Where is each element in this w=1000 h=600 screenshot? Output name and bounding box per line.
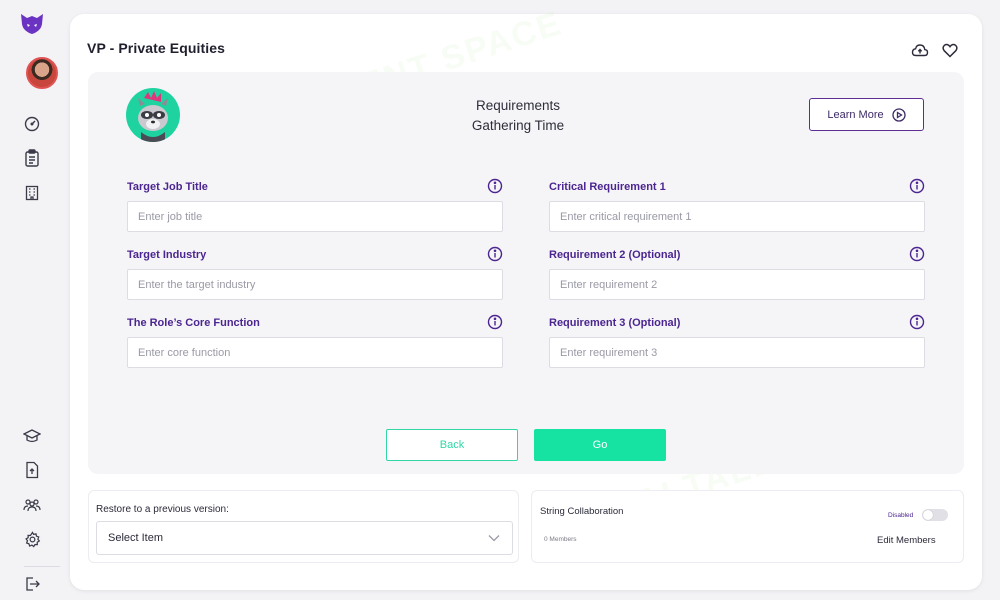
field-target-industry: Target Industry: [127, 246, 503, 300]
learn-more-button[interactable]: Learn More: [809, 98, 924, 131]
page-title: VP - Private Equities: [87, 40, 226, 56]
info-icon[interactable]: [487, 314, 503, 330]
building-icon[interactable]: [12, 173, 52, 213]
panel-heading-line2: Gathering Time: [471, 118, 565, 133]
play-circle-icon: [891, 107, 906, 122]
restore-version-box: Restore to a previous version: Select It…: [88, 490, 519, 563]
info-icon[interactable]: [909, 314, 925, 330]
edit-members-link[interactable]: Edit Members: [877, 535, 936, 546]
document-upload-icon[interactable]: [12, 450, 52, 490]
field-target-job-title: Target Job Title: [127, 178, 503, 232]
target-industry-input[interactable]: [127, 269, 503, 300]
target-job-title-input[interactable]: [127, 201, 503, 232]
clipboard-icon[interactable]: [12, 138, 52, 178]
go-button[interactable]: Go: [534, 429, 666, 461]
field-label: Requirement 3 (Optional): [549, 317, 681, 329]
user-avatar[interactable]: [26, 57, 58, 89]
core-function-input[interactable]: [127, 337, 503, 368]
requirements-panel: Requirements Gathering Time Learn More T…: [88, 72, 964, 474]
field-label: Critical Requirement 1: [549, 181, 666, 193]
info-icon[interactable]: [909, 178, 925, 194]
version-select-value: Select Item: [108, 532, 164, 544]
logout-icon[interactable]: [12, 564, 52, 600]
collaboration-toggle[interactable]: [922, 509, 948, 521]
requirement-3-input[interactable]: [549, 337, 925, 368]
sidebar: [0, 0, 64, 600]
panel-heading: Requirements Gathering Time: [418, 96, 618, 136]
info-icon[interactable]: [487, 178, 503, 194]
field-label: Target Job Title: [127, 181, 208, 193]
chevron-down-icon: [488, 535, 500, 542]
restore-label: Restore to a previous version:: [96, 504, 229, 515]
cloud-icon[interactable]: [910, 40, 930, 60]
settings-gear-icon[interactable]: [12, 519, 52, 559]
heart-icon[interactable]: [940, 40, 960, 60]
back-button[interactable]: Back: [386, 429, 518, 461]
top-actions: [910, 40, 960, 60]
raccoon-mascot-icon: [126, 88, 180, 142]
field-label: The Role’s Core Function: [127, 317, 260, 329]
learn-more-label: Learn More: [827, 108, 884, 121]
members-count: 0 Members: [544, 536, 577, 543]
field-requirement-3: Requirement 3 (Optional): [549, 314, 925, 368]
requirement-2-input[interactable]: [549, 269, 925, 300]
main-card: AI TALENT SPACE AI TALENT SPACE AI TALEN…: [70, 4, 982, 590]
fox-logo-icon[interactable]: [12, 4, 52, 44]
info-icon[interactable]: [487, 246, 503, 262]
collaboration-box: String Collaboration Disabled 0 Members …: [531, 490, 964, 563]
panel-heading-line1: Requirements: [475, 98, 561, 113]
toggle-status-label: Disabled: [888, 512, 914, 519]
field-critical-requirement-1: Critical Requirement 1: [549, 178, 925, 232]
field-core-function: The Role’s Core Function: [127, 314, 503, 368]
collaboration-title: String Collaboration: [540, 506, 624, 517]
info-icon[interactable]: [909, 246, 925, 262]
version-select[interactable]: Select Item: [96, 521, 513, 555]
field-label: Target Industry: [127, 249, 207, 261]
field-requirement-2: Requirement 2 (Optional): [549, 246, 925, 300]
field-label: Requirement 2 (Optional): [549, 249, 681, 261]
critical-requirement-1-input[interactable]: [549, 201, 925, 232]
